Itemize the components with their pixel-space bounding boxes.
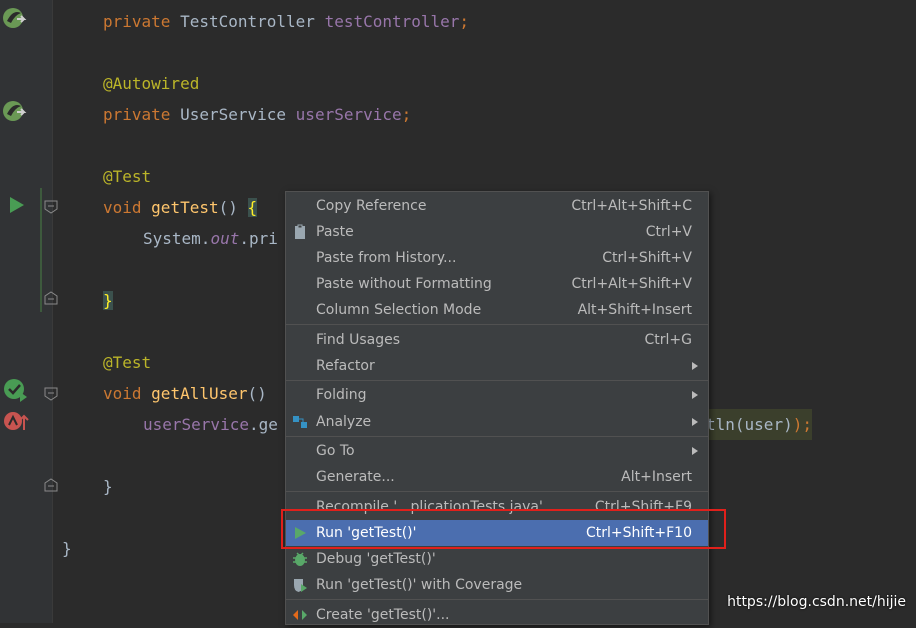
menu-item-create-gettest[interactable]: Create 'getTest()'... — [286, 602, 708, 628]
code-line: } — [62, 539, 72, 558]
menu-item-paste[interactable]: Paste Ctrl+V — [286, 219, 708, 245]
menu-item-refactor[interactable]: Refactor — [286, 353, 708, 379]
paste-icon — [295, 224, 305, 239]
menu-separator — [286, 436, 708, 437]
debug-icon — [293, 552, 307, 566]
menu-item-run-with-coverage[interactable]: Run 'getTest()' with Coverage — [286, 572, 708, 598]
coverage-icon — [294, 579, 307, 592]
code-line: private UserService userService; — [103, 105, 412, 124]
menu-separator — [286, 324, 708, 325]
menu-item-column-selection-mode[interactable]: Column Selection Mode Alt+Shift+Insert — [286, 297, 708, 323]
menu-item-paste-without-formatting[interactable]: Paste without Formatting Ctrl+Alt+Shift+V — [286, 271, 708, 297]
menu-separator — [286, 599, 708, 600]
submenu-arrow-icon — [692, 362, 698, 370]
code-line: @Test — [103, 353, 152, 372]
code-line: } — [103, 291, 113, 310]
menu-item-find-usages[interactable]: Find Usages Ctrl+G — [286, 327, 708, 353]
menu-item-folding[interactable]: Folding — [286, 382, 708, 408]
code-line: userService.ge — [143, 415, 278, 434]
code-line: @Autowired — [103, 74, 200, 93]
menu-item-debug-gettest[interactable]: Debug 'getTest()' — [286, 546, 708, 572]
editor-context-menu[interactable]: Copy Reference Ctrl+Alt+Shift+C Paste Ctrl… — [285, 191, 709, 625]
analyze-icon — [293, 416, 307, 428]
code-line-tail: tln(user)); — [706, 409, 812, 440]
watermark: https://blog.csdn.net/hijie — [727, 594, 906, 610]
menu-item-go-to[interactable]: Go To — [286, 438, 708, 464]
submenu-arrow-icon — [692, 447, 698, 455]
code-line: } — [103, 477, 113, 496]
menu-item-analyze[interactable]: Analyze — [286, 409, 708, 435]
menu-separator — [286, 491, 708, 492]
menu-item-copy-reference[interactable]: Copy Reference Ctrl+Alt+Shift+C — [286, 193, 708, 219]
menu-item-paste-from-history[interactable]: Paste from History... Ctrl+Shift+V — [286, 245, 708, 271]
code-line: private TestController testController; — [103, 12, 470, 31]
submenu-arrow-icon — [692, 418, 698, 426]
menu-separator — [286, 380, 708, 381]
code-line: @Test — [103, 167, 152, 186]
submenu-arrow-icon — [692, 391, 698, 399]
menu-item-generate[interactable]: Generate... Alt+Insert — [286, 464, 708, 490]
create-icon — [293, 610, 307, 620]
code-line: void getAllUser() — [103, 384, 267, 403]
code-line: System.out.pri — [143, 229, 278, 248]
code-line: void getTest() { — [103, 198, 258, 217]
highlight-annotation-box — [281, 509, 726, 549]
